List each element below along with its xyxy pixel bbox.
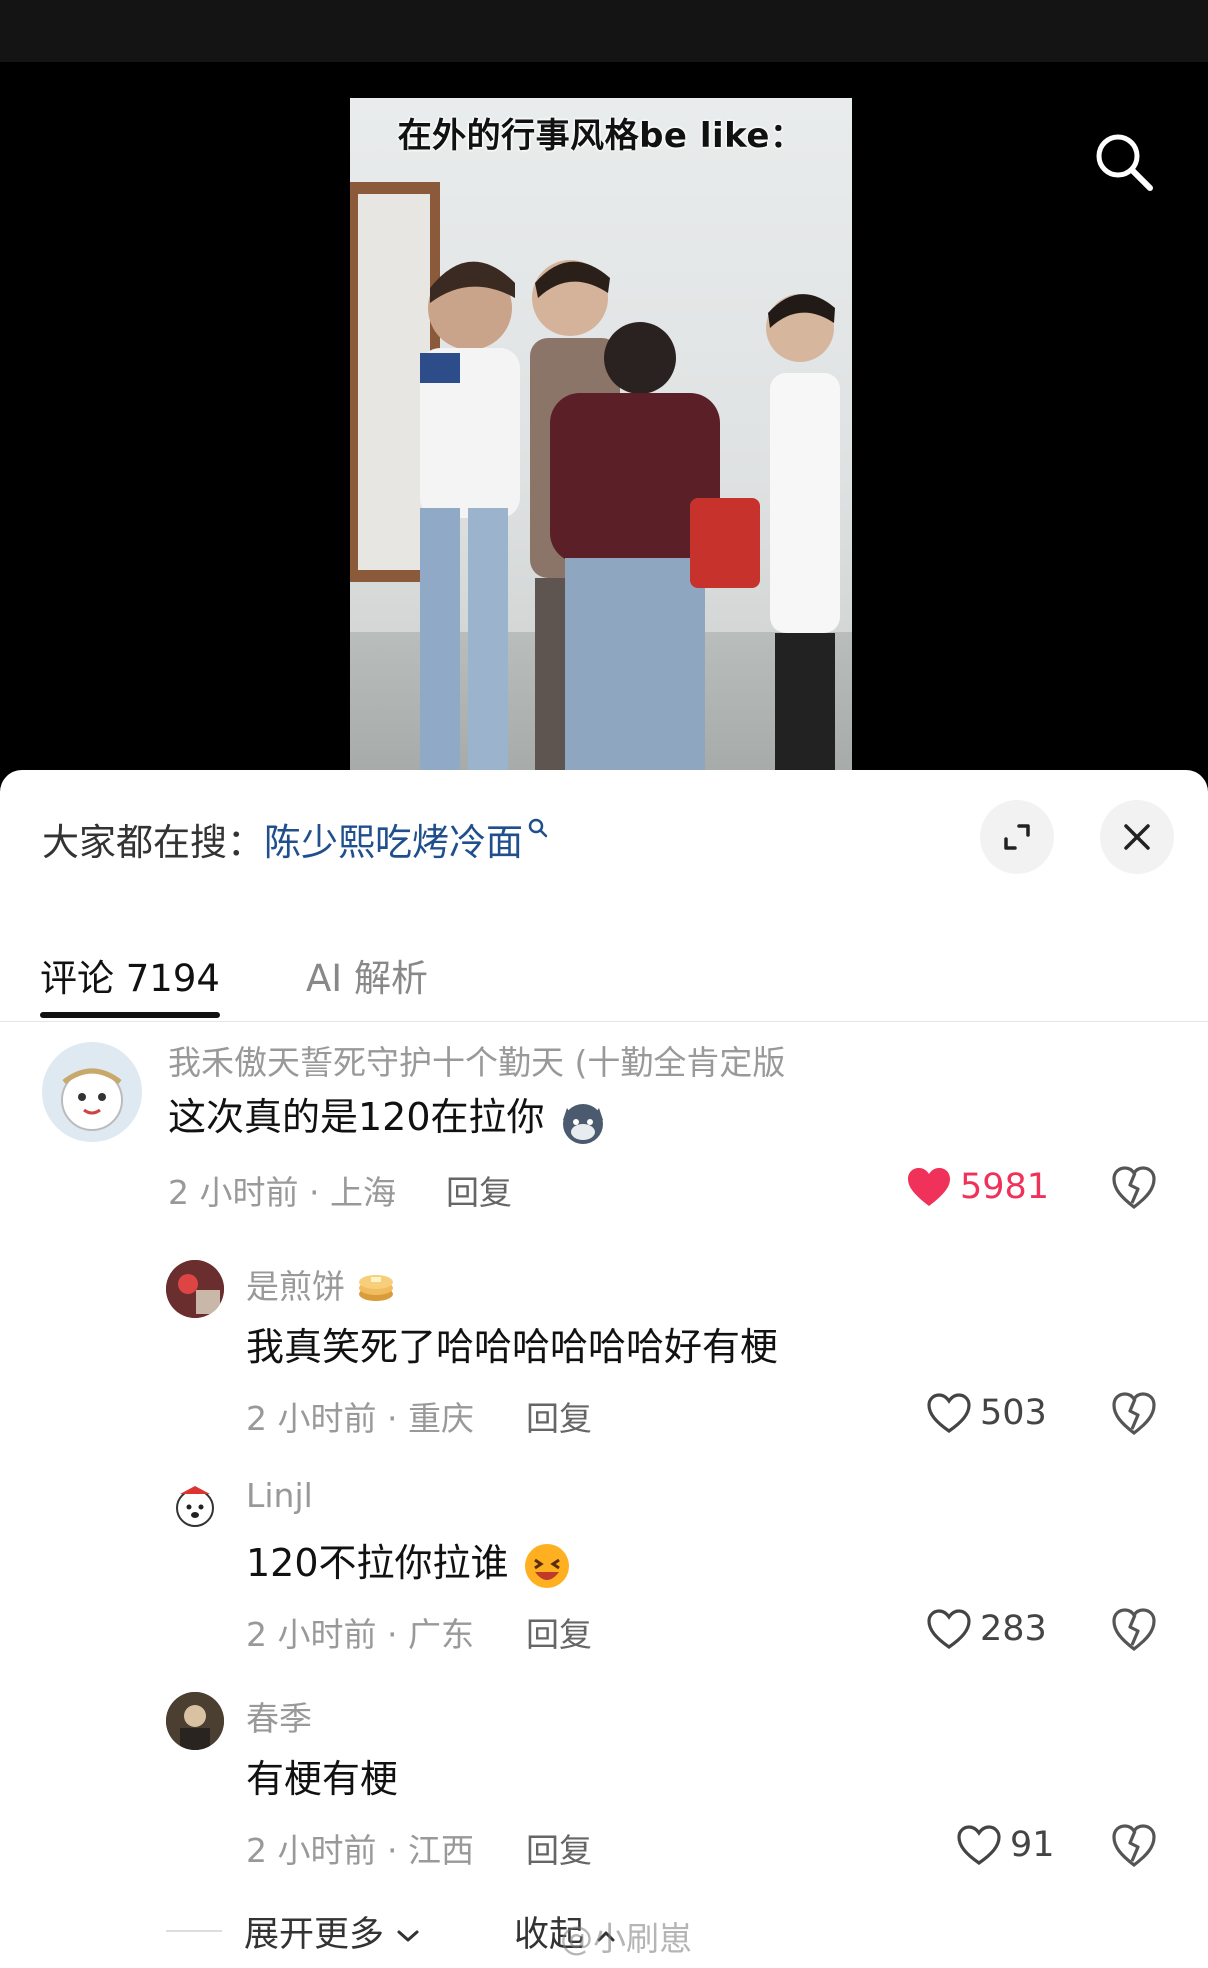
like-count: 503 <box>980 1393 1047 1433</box>
top-bar <box>0 0 1208 62</box>
dislike-icon[interactable] <box>1110 1163 1158 1211</box>
comment-text: 这次真的是120在拉你 <box>168 1086 609 1146</box>
comment-username-text: 是煎饼 <box>246 1267 345 1306</box>
footer-divider <box>166 1930 222 1932</box>
laughing-emoji-icon <box>524 1543 569 1588</box>
video-frame[interactable]: 在外的行事风格be like： <box>350 98 852 782</box>
trending-prefix: 大家都在搜： <box>42 821 264 864</box>
dog-avatar-icon <box>176 1486 214 1527</box>
trending-search[interactable]: 大家都在搜：陈少熙吃烤冷面 <box>42 812 549 866</box>
close-button[interactable] <box>1100 800 1174 874</box>
comment-tabs: 评论 7194 AI 解析 <box>0 920 1208 1022</box>
expand-icon <box>1004 824 1030 850</box>
reply-button[interactable]: 回复 <box>446 1166 512 1214</box>
comment-text: 我真笑死了哈哈哈哈哈哈好有梗 <box>246 1325 779 1369</box>
tab-comments[interactable]: 评论 7194 <box>40 948 220 1002</box>
comment-username[interactable]: Linjl <box>246 1476 313 1515</box>
like-count: 283 <box>980 1609 1047 1649</box>
comment-time-location: 2 小时前 · 广东 <box>246 1615 474 1654</box>
dislike-icon[interactable] <box>1110 1821 1158 1869</box>
heart-outline-icon <box>927 1609 971 1649</box>
reply-button[interactable]: 回复 <box>526 1608 592 1656</box>
like-button[interactable]: 91 <box>956 1820 1055 1870</box>
reply-item: 是煎饼 我真笑死了哈哈哈哈哈哈好有梗 2 小时前 · 重庆 回复 503 <box>0 1260 1208 1438</box>
video-player[interactable]: 在外的行事风格be like： <box>0 62 1208 782</box>
comment-text-content: 这次真的是120在拉你 <box>168 1095 545 1139</box>
like-count: 5981 <box>960 1167 1050 1207</box>
heart-filled-icon <box>908 1168 950 1206</box>
search-icon[interactable] <box>1090 128 1156 194</box>
trending-term[interactable]: 陈少熙吃烤冷面 <box>264 821 523 864</box>
photo-avatar-icon <box>166 1692 224 1750</box>
comment-username[interactable]: 是煎饼 <box>246 1260 396 1308</box>
replies-footer: 展开更多 收起 @小刷崽 <box>0 1900 1208 1960</box>
comment-text: 有梗有梗 <box>246 1757 399 1801</box>
video-caption: 在外的行事风格be like： <box>397 116 805 156</box>
chevron-down-icon <box>397 1930 419 1942</box>
like-button[interactable]: 283 <box>926 1604 1047 1654</box>
close-icon <box>1124 824 1150 850</box>
expand-more-label: 展开更多 <box>244 1915 385 1955</box>
comment-username[interactable]: 春季 <box>246 1692 312 1740</box>
comment-text: 120不拉你拉谁 <box>246 1532 573 1592</box>
reply-item: Linjl 120不拉你拉谁 2 小时前 · 广东 回复 283 <box>0 1476 1208 1654</box>
comment-time-location: 2 小时前 · 江西 <box>246 1831 474 1870</box>
like-count: 91 <box>1010 1825 1055 1865</box>
dislike-icon[interactable] <box>1110 1389 1158 1437</box>
wolf-emoji-icon <box>562 1103 603 1144</box>
tab-ai-analysis[interactable]: AI 解析 <box>306 948 428 1002</box>
comment-sheet: 大家都在搜：陈少熙吃烤冷面 评论 7194 AI 解析 我禾傲天誓死守护十个勤天… <box>0 770 1208 1968</box>
avatar[interactable] <box>42 1042 142 1142</box>
search-small-icon <box>528 818 548 838</box>
reply-button[interactable]: 回复 <box>526 1824 592 1872</box>
like-button[interactable]: 5981 <box>906 1162 1049 1212</box>
active-tab-indicator <box>40 1012 220 1018</box>
avatar[interactable] <box>166 1692 224 1750</box>
comment-time-location: 2 小时前 · 重庆 <box>246 1399 474 1438</box>
reply-button[interactable]: 回复 <box>526 1392 592 1440</box>
dislike-icon[interactable] <box>1110 1605 1158 1653</box>
reply-item: 春季 有梗有梗 2 小时前 · 江西 回复 91 <box>0 1692 1208 1870</box>
comment-text-content: 120不拉你拉谁 <box>246 1541 509 1585</box>
avatar[interactable] <box>166 1260 224 1318</box>
heart-outline-icon <box>927 1393 971 1433</box>
comment-item: 我禾傲天誓死守护十个勤天 (十勤全肯定版 这次真的是120在拉你 2 小时前 ·… <box>0 1036 1208 1212</box>
comment-time-location: 2 小时前 · 上海 <box>168 1173 396 1212</box>
watermark: @小刷崽 <box>560 1919 692 1958</box>
expand-button[interactable] <box>980 800 1054 874</box>
avatar[interactable] <box>166 1476 224 1534</box>
comment-username[interactable]: 我禾傲天誓死守护十个勤天 (十勤全肯定版 <box>168 1036 785 1084</box>
sheep-avatar-icon <box>61 1068 123 1131</box>
pancake-emoji-icon <box>358 1275 393 1301</box>
photo-avatar-icon <box>166 1260 224 1318</box>
like-button[interactable]: 503 <box>926 1388 1047 1438</box>
heart-outline-icon <box>957 1825 1001 1865</box>
video-people-illustration <box>420 260 840 782</box>
expand-more-button[interactable]: 展开更多 <box>244 1906 421 1957</box>
